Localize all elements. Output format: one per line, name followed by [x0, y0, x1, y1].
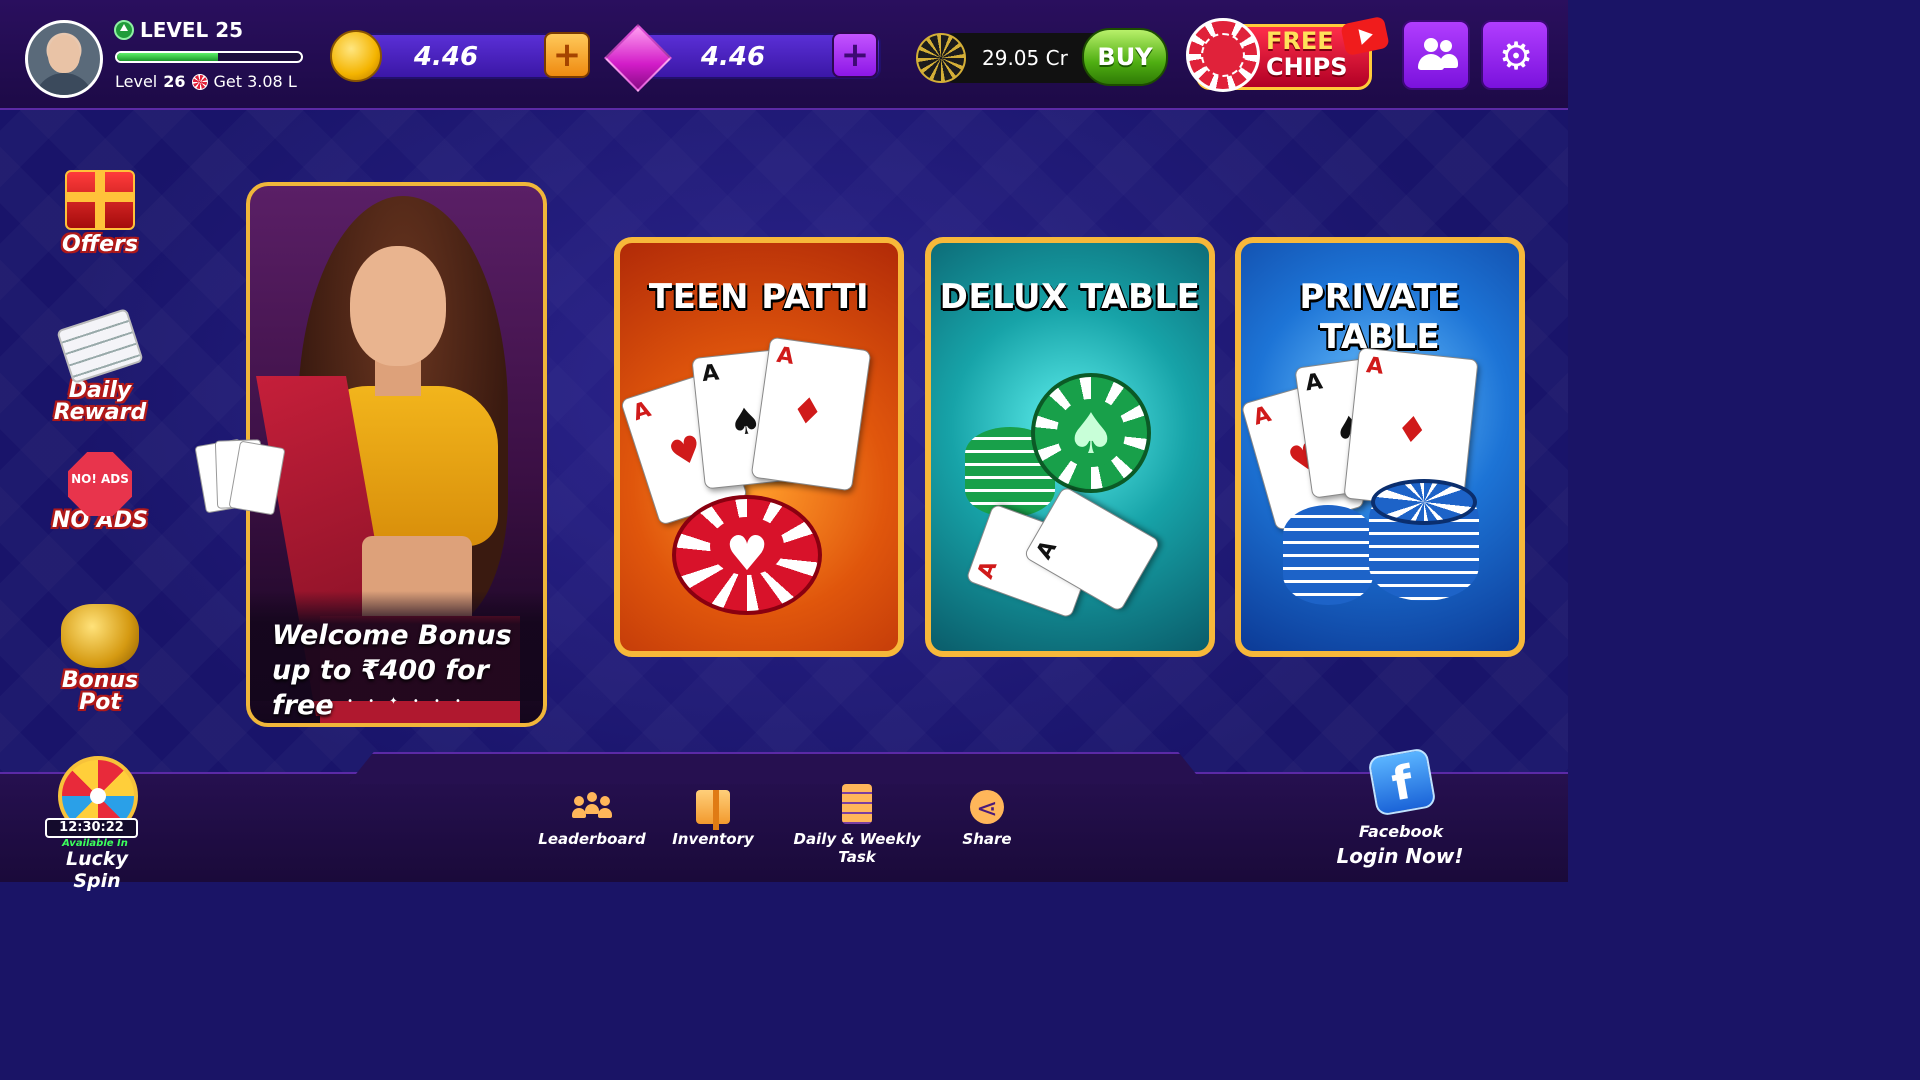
next-level-number: 26: [163, 72, 186, 91]
sidebar-label-daily-reward: Daily Reward: [53, 378, 147, 425]
next-level-reward: Get 3.08 L: [213, 72, 297, 91]
settings-button[interactable]: ⚙: [1481, 20, 1549, 90]
leaderboard-icon: [572, 784, 612, 824]
gear-icon: ⚙: [1498, 34, 1534, 78]
avatar-face: [48, 35, 80, 73]
next-level-info: Level 26 Get 3.08 L: [115, 72, 297, 91]
avatar-shirt: [34, 73, 94, 95]
nav-label-inventory: Inventory: [672, 830, 754, 848]
coin-icon: [330, 30, 382, 82]
friends-button[interactable]: [1402, 20, 1470, 90]
green-poker-chip-icon: [1031, 373, 1151, 493]
free-chips-line1: FREE: [1266, 27, 1334, 55]
chip-value: 29.05 Cr: [982, 46, 1068, 70]
facebook-icon[interactable]: [1367, 747, 1437, 817]
free-chips-label: FREE CHIPS: [1266, 28, 1348, 80]
buy-button[interactable]: BUY: [1082, 28, 1168, 86]
welcome-bonus-banner[interactable]: Welcome Bonus up to ₹400 for free • • • …: [246, 182, 547, 727]
sidebar-item-no-ads[interactable]: NO! ADS NO ADS: [40, 452, 160, 532]
nav-leaderboard[interactable]: Leaderboard: [527, 784, 657, 848]
gold-pot-icon: [61, 604, 139, 668]
sidebar-label-bonus-pot: Bonus Pot: [61, 668, 139, 715]
level-progress-bar: [115, 51, 303, 63]
level-title: LEVEL 25: [114, 18, 243, 42]
poker-chip-icon: [1186, 18, 1260, 92]
nav-label-leaderboard: Leaderboard: [538, 830, 646, 848]
red-poker-chip-icon: [672, 495, 822, 615]
sidebar-item-bonus-pot[interactable]: Bonus Pot: [40, 604, 160, 714]
next-level-prefix: Level: [115, 72, 158, 91]
playing-card-icon: A ♦: [750, 336, 872, 492]
welcome-line1: Welcome Bonus: [272, 620, 512, 651]
banner-dots: • • • ✦ • • •: [326, 696, 467, 707]
held-cards-icon: [194, 438, 286, 522]
share-icon: [970, 790, 1004, 824]
level-title-text: LEVEL 25: [140, 18, 244, 42]
chip-stack-icon: [1283, 505, 1373, 605]
add-gems-button[interactable]: +: [832, 32, 878, 78]
game-title-teen-patti: TEEN PATTI: [648, 277, 870, 317]
clipboard-icon: [842, 784, 872, 824]
chip-icon: [191, 73, 208, 90]
casino-chip-icon: [916, 33, 966, 83]
welcome-line2: up to ₹400 for free: [272, 655, 489, 721]
gift-icon: [65, 170, 135, 230]
sidebar-item-offers[interactable]: Offers: [40, 170, 160, 256]
facebook-login-button[interactable]: Login Now!: [1330, 844, 1470, 868]
facebook-label: Facebook: [1358, 822, 1444, 841]
game-card-teen-patti[interactable]: TEEN PATTI A ♥ A ♠ A ♦: [614, 237, 904, 657]
nav-label-daily-weekly-task: Daily & Weekly Task: [793, 830, 921, 866]
player-avatar[interactable]: [25, 20, 103, 98]
no-ads-badge-text: NO! ADS: [71, 472, 129, 486]
no-ads-icon: NO! ADS: [68, 452, 132, 516]
game-title-delux-table: DELUX TABLE: [939, 277, 1201, 317]
game-card-delux-table[interactable]: DELUX TABLE A A: [925, 237, 1215, 657]
welcome-bonus-text: Welcome Bonus up to ₹400 for free: [272, 618, 543, 723]
nav-share[interactable]: Share: [922, 784, 1052, 848]
game-title-private-table: PRIVATE TABLE: [1299, 277, 1461, 357]
notepad-icon: [56, 307, 144, 385]
blue-poker-chip-icon: [1371, 479, 1477, 525]
friends-icon: [1418, 38, 1458, 72]
lucky-spin-button[interactable]: Lucky Spin: [45, 848, 149, 892]
sidebar-item-daily-reward[interactable]: Daily Reward: [40, 307, 160, 425]
level-progress-fill: [117, 53, 219, 61]
sidebar-label-offers: Offers: [62, 232, 138, 257]
lucky-spin-timer: 12:30:22: [45, 818, 138, 838]
free-chips-line2: CHIPS: [1266, 53, 1348, 81]
level-up-icon: [114, 20, 134, 40]
bottom-nav-panel: [348, 752, 1204, 784]
add-coins-button[interactable]: +: [544, 32, 590, 78]
game-card-private-table[interactable]: PRIVATE TABLE A♥ A♠ A♦: [1235, 237, 1525, 657]
gift-box-icon: [696, 790, 730, 830]
nav-daily-weekly-task[interactable]: Daily & Weekly Task: [782, 784, 932, 866]
nav-inventory[interactable]: Inventory: [648, 784, 778, 848]
nav-label-share: Share: [962, 830, 1012, 848]
